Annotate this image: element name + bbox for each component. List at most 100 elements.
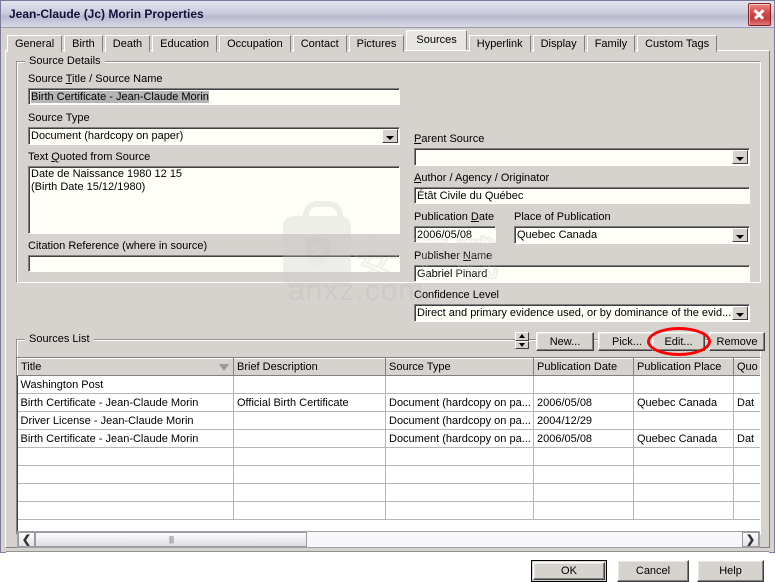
tab-sources[interactable]: Sources <box>406 30 467 50</box>
cell-brief-description[interactable]: Official Birth Certificate <box>233 393 386 412</box>
cell-title[interactable] <box>17 483 234 502</box>
column-header-publication-place[interactable]: Publication Place <box>633 358 734 376</box>
sources-grid[interactable]: Title Brief Description Source Type Publ… <box>16 357 761 535</box>
cell-title[interactable]: Driver License - Jean-Claude Morin <box>17 411 234 430</box>
place-of-publication-combo[interactable]: Quebec Canada <box>514 226 750 244</box>
cell-publication-place[interactable] <box>633 483 734 502</box>
cell-title[interactable] <box>17 501 234 520</box>
chevron-down-icon[interactable] <box>732 150 748 164</box>
cell-publication-date[interactable] <box>533 375 634 394</box>
column-header-source-type[interactable]: Source Type <box>385 358 534 376</box>
cell-publication-place[interactable] <box>633 465 734 484</box>
author-input[interactable]: Étât Civile du Québec <box>414 187 750 204</box>
edit-button[interactable]: Edit... <box>652 332 705 351</box>
source-title-input[interactable]: Birth Certificate - Jean-Claude Morin <box>28 88 400 105</box>
grid-horizontal-scrollbar[interactable]: ❮ ❯ <box>17 531 760 548</box>
confidence-level-combo[interactable]: Direct and primary evidence used, or by … <box>414 304 750 322</box>
cell-publication-date[interactable]: 2006/05/08 <box>533 429 634 448</box>
cell-publication-place[interactable] <box>633 447 734 466</box>
spinner-up-icon[interactable] <box>515 332 529 341</box>
table-row[interactable] <box>17 501 760 520</box>
spinner-down-icon[interactable] <box>515 340 529 349</box>
tab-contact[interactable]: Contact <box>292 35 347 52</box>
cell-quoted-text[interactable] <box>733 375 760 394</box>
cell-source-type[interactable] <box>385 375 534 394</box>
help-button[interactable]: Help <box>697 560 764 582</box>
scrollbar-track[interactable] <box>307 532 742 547</box>
cell-publication-date[interactable] <box>533 501 634 520</box>
scrollbar-thumb[interactable] <box>35 532 307 547</box>
cell-publication-date[interactable] <box>533 483 634 502</box>
cell-source-type[interactable]: Document (hardcopy on pa... <box>385 429 534 448</box>
table-row[interactable]: Birth Certificate - Jean-Claude Morin Do… <box>17 429 760 448</box>
tab-death[interactable]: Death <box>104 35 151 52</box>
publisher-name-input[interactable]: Gabriel Pinard <box>414 265 750 282</box>
cell-source-type[interactable] <box>385 501 534 520</box>
cell-quoted-text[interactable] <box>733 447 760 466</box>
chevron-down-icon[interactable] <box>382 129 398 143</box>
cell-quoted-text[interactable] <box>733 483 760 502</box>
remove-button[interactable]: Remove <box>709 332 765 351</box>
tab-display[interactable]: Display <box>532 35 585 52</box>
cell-quoted-text[interactable] <box>733 501 760 520</box>
tab-education[interactable]: Education <box>152 35 218 52</box>
tab-hyperlink[interactable]: Hyperlink <box>468 35 531 52</box>
cell-publication-date[interactable] <box>533 447 634 466</box>
tab-general[interactable]: General <box>7 35 63 52</box>
table-row[interactable] <box>17 483 760 502</box>
cell-publication-place[interactable] <box>633 375 734 394</box>
parent-source-combo[interactable] <box>414 148 750 166</box>
chevron-right-icon[interactable]: ❯ <box>742 532 759 547</box>
tab-pictures[interactable]: Pictures <box>348 35 405 52</box>
cell-brief-description[interactable] <box>233 483 386 502</box>
close-icon[interactable] <box>748 2 771 26</box>
cell-brief-description[interactable] <box>233 429 386 448</box>
cell-brief-description[interactable] <box>233 411 386 430</box>
cell-brief-description[interactable] <box>233 501 386 520</box>
cell-title[interactable] <box>17 447 234 466</box>
publication-date-input[interactable]: 2006/05/08 <box>414 226 496 243</box>
cell-source-type[interactable] <box>385 447 534 466</box>
chevron-down-icon[interactable] <box>732 306 748 320</box>
cell-publication-place[interactable]: Quebec Canada <box>633 393 734 412</box>
cell-quoted-text[interactable] <box>733 465 760 484</box>
cell-publication-date[interactable]: 2004/12/29 <box>533 411 634 430</box>
text-quoted-input[interactable]: Date de Naissance 1980 12 15 (Birth Date… <box>28 166 400 234</box>
cell-source-type[interactable] <box>385 465 534 484</box>
table-row[interactable]: Birth Certificate - Jean-Claude Morin Of… <box>17 393 760 412</box>
cell-source-type[interactable]: Document (hardcopy on pa... <box>385 393 534 412</box>
cell-title[interactable]: Washington Post <box>17 375 234 394</box>
column-header-title[interactable]: Title <box>17 358 234 376</box>
cell-title[interactable]: Birth Certificate - Jean-Claude Morin <box>17 393 234 412</box>
cell-quoted-text[interactable] <box>733 411 760 430</box>
table-row[interactable] <box>17 465 760 484</box>
cell-publication-place[interactable] <box>633 501 734 520</box>
tab-family[interactable]: Family <box>586 35 636 52</box>
cell-title[interactable]: Birth Certificate - Jean-Claude Morin <box>17 429 234 448</box>
column-header-publication-date[interactable]: Publication Date <box>533 358 634 376</box>
cell-publication-place[interactable] <box>633 411 734 430</box>
cell-publication-date[interactable]: 2006/05/08 <box>533 393 634 412</box>
tab-occupation[interactable]: Occupation <box>219 35 291 52</box>
chevron-down-icon[interactable] <box>732 228 748 242</box>
cell-quoted-text[interactable]: Dat <box>733 429 760 448</box>
tab-custom-tags[interactable]: Custom Tags <box>637 35 718 52</box>
cell-brief-description[interactable] <box>233 447 386 466</box>
tab-birth[interactable]: Birth <box>64 35 103 52</box>
cell-publication-date[interactable] <box>533 465 634 484</box>
cell-source-type[interactable]: Document (hardcopy on pa... <box>385 411 534 430</box>
source-type-combo[interactable]: Document (hardcopy on paper) <box>28 127 400 145</box>
cell-quoted-text[interactable]: Dat <box>733 393 760 412</box>
table-row[interactable] <box>17 447 760 466</box>
table-row[interactable]: Driver License - Jean-Claude Morin Docum… <box>17 411 760 430</box>
ok-button[interactable]: OK <box>531 560 607 582</box>
table-row[interactable]: Washington Post <box>17 375 760 394</box>
cell-source-type[interactable] <box>385 483 534 502</box>
cell-brief-description[interactable] <box>233 465 386 484</box>
cancel-button[interactable]: Cancel <box>617 560 689 582</box>
pick-button[interactable]: Pick... <box>598 332 656 351</box>
chevron-left-icon[interactable]: ❮ <box>18 532 35 547</box>
column-header-brief-description[interactable]: Brief Description <box>233 358 386 376</box>
cell-publication-place[interactable]: Quebec Canada <box>633 429 734 448</box>
citation-reference-input[interactable] <box>28 255 400 272</box>
